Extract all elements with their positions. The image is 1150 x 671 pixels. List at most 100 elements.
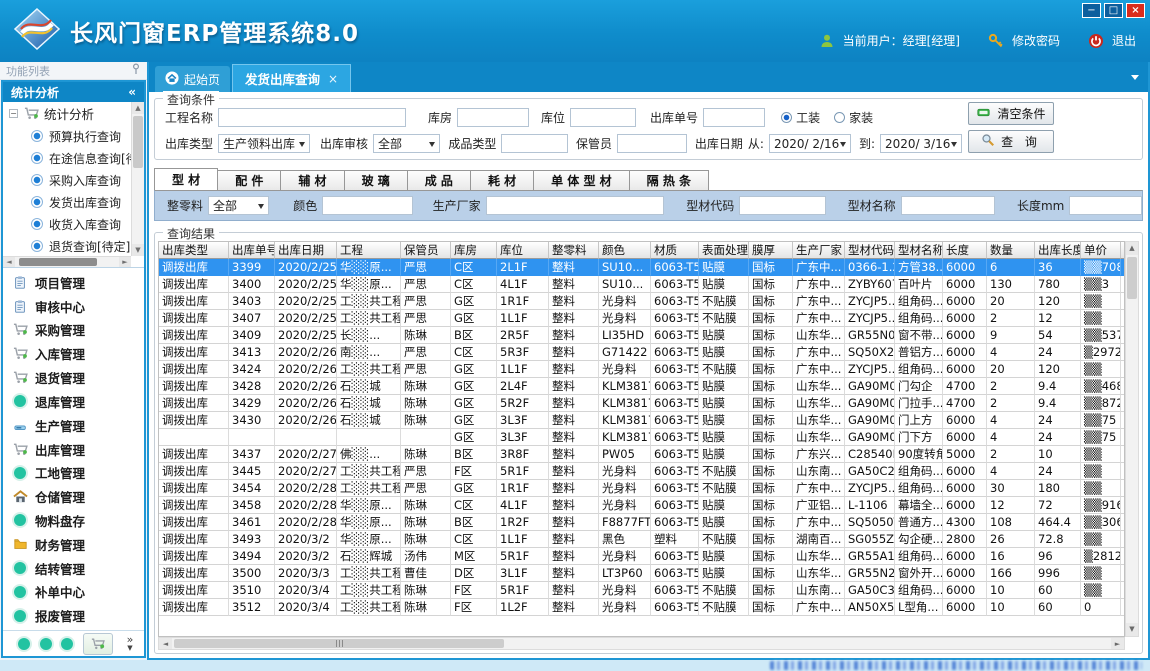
- table-row[interactable]: 调拨出库34132020/2/26南░░...严思C区5R3F整料G714226…: [159, 344, 1125, 361]
- module-item[interactable]: 出库管理: [3, 438, 144, 461]
- date-to-select[interactable]: 2020/ 3/16: [880, 134, 962, 153]
- tree-expander-icon[interactable]: −: [9, 109, 18, 118]
- column-header[interactable]: 表面处理: [699, 242, 749, 259]
- table-row[interactable]: 调拨出库34612020/2/28华░░原...陈琳B区1R2F整料F8877F…: [159, 514, 1125, 531]
- table-row[interactable]: 调拨出库34242020/2/26工░░共工程严思G区1L1F整料光身料6063…: [159, 361, 1125, 378]
- tree-horizontal-scrollbar[interactable]: ◄ ►: [3, 256, 131, 267]
- material-tab[interactable]: 配 件: [217, 170, 281, 190]
- logout-link[interactable]: 退出: [1112, 32, 1136, 49]
- scroll-left-icon[interactable]: ◄: [3, 257, 15, 267]
- module-item[interactable]: 补单中心: [3, 580, 144, 603]
- overflow-module-dot-icon[interactable]: [40, 638, 52, 650]
- tree-item[interactable]: 采购入库查询: [3, 169, 131, 191]
- tree-root-node[interactable]: − 统计分析: [3, 102, 131, 125]
- maximize-button[interactable]: □: [1104, 3, 1123, 18]
- column-header[interactable]: 出库日期: [275, 242, 337, 259]
- material-tab[interactable]: 辅 材: [280, 170, 344, 190]
- table-row[interactable]: 调拨出库34582020/2/28华░░原...陈琳C区4L1F整料光身料606…: [159, 497, 1125, 514]
- tab-home[interactable]: 起始页: [155, 66, 230, 92]
- table-row[interactable]: 调拨出库34072020/2/25工░░共工程严思G区1L1F整料光身料6063…: [159, 310, 1125, 327]
- table-row[interactable]: 调拨出库34092020/2/25长░░...陈琳B区2R5F整料LI35HD6…: [159, 327, 1125, 344]
- color-input[interactable]: [322, 196, 412, 215]
- table-row[interactable]: 调拨出库35002020/3/3工░░共工程曹佳D区3L1F整料LT3P6060…: [159, 565, 1125, 582]
- module-item[interactable]: 入库管理: [3, 342, 144, 365]
- tab-list-dropdown-icon[interactable]: [1131, 75, 1139, 80]
- module-item[interactable]: 物料盘存: [3, 509, 144, 532]
- audit-select[interactable]: 全部: [373, 134, 440, 153]
- collapse-chevron-icon[interactable]: «: [128, 85, 136, 99]
- column-header[interactable]: 单价: [1081, 242, 1121, 259]
- module-item[interactable]: 结转管理: [3, 557, 144, 580]
- overflow-module-dot-icon[interactable]: [61, 638, 73, 650]
- location-input[interactable]: [570, 108, 636, 127]
- tab-shipping-query[interactable]: 发货出库查询 ×: [232, 64, 351, 92]
- tree-item[interactable]: 发货出库查询: [3, 191, 131, 213]
- product-type-input[interactable]: [501, 134, 568, 153]
- tree-item[interactable]: 收货入库查询: [3, 213, 131, 235]
- module-item[interactable]: 项目管理: [3, 271, 144, 294]
- tree-item[interactable]: 在途信息查询[待定]: [3, 147, 131, 169]
- minimize-button[interactable]: −: [1082, 3, 1101, 18]
- column-header[interactable]: 库位: [497, 242, 549, 259]
- table-row[interactable]: 调拨出库34932020/3/2华░░原...陈琳C区1L1F整料黑色塑料不贴膜…: [159, 531, 1125, 548]
- column-header[interactable]: 库房: [451, 242, 497, 259]
- scroll-down-icon[interactable]: ▼: [132, 244, 144, 256]
- table-row[interactable]: 调拨出库33992020/2/25华░░原...严思C区2L1F整料SU10..…: [159, 259, 1125, 276]
- material-tab[interactable]: 成 品: [407, 170, 471, 190]
- column-header[interactable]: 整零料: [549, 242, 599, 259]
- grid-vertical-scrollbar[interactable]: ▲ ▼: [1125, 241, 1139, 637]
- order-no-input[interactable]: [703, 108, 765, 127]
- module-item[interactable]: 生产管理: [3, 414, 144, 437]
- column-header[interactable]: 工程: [337, 242, 401, 259]
- tab-close-icon[interactable]: ×: [328, 72, 338, 86]
- material-tab[interactable]: 耗 材: [470, 170, 534, 190]
- column-header[interactable]: 出库长度: [1035, 242, 1081, 259]
- close-button[interactable]: ×: [1126, 3, 1145, 18]
- tree-item[interactable]: 退货查询[待定]: [3, 235, 131, 256]
- warehouse-input[interactable]: [457, 108, 529, 127]
- material-tab[interactable]: 玻 璃: [344, 170, 408, 190]
- module-item[interactable]: 退货管理: [3, 366, 144, 389]
- module-item[interactable]: 财务管理: [3, 533, 144, 556]
- module-item[interactable]: 采购管理: [3, 318, 144, 341]
- column-header[interactable]: 生产厂家: [793, 242, 845, 259]
- column-header[interactable]: 数量: [987, 242, 1035, 259]
- module-item[interactable]: 退库管理: [3, 390, 144, 413]
- column-header[interactable]: 长度: [943, 242, 987, 259]
- project-name-input[interactable]: [218, 108, 406, 127]
- module-item[interactable]: 报废管理: [3, 604, 144, 627]
- scroll-down-icon[interactable]: ▼: [1126, 623, 1138, 636]
- date-from-select[interactable]: 2020/ 2/16: [769, 134, 851, 153]
- column-header[interactable]: 型材名称: [895, 242, 943, 259]
- table-row[interactable]: 调拨出库34032020/2/25工░░共工程严思G区1R1F整料光身料6063…: [159, 293, 1125, 310]
- column-header[interactable]: 型材代码: [845, 242, 895, 259]
- table-row[interactable]: 调拨出库34942020/3/2石░░辉城汤伟M区5R1F整料光身料6063-T…: [159, 548, 1125, 565]
- radio-gongzhuang[interactable]: 工装: [781, 109, 820, 126]
- tree-vertical-scrollbar[interactable]: ▲ ▼: [131, 102, 144, 256]
- more-modules-button[interactable]: » ▼: [122, 635, 138, 653]
- scroll-left-icon[interactable]: ◄: [159, 638, 172, 649]
- table-row[interactable]: 调拨出库34372020/2/27佛░░...陈琳B区3R8F整料PW05606…: [159, 446, 1125, 463]
- scroll-up-icon[interactable]: ▲: [132, 102, 144, 114]
- module-item[interactable]: 仓储管理: [3, 485, 144, 508]
- search-button[interactable]: 查 询: [968, 130, 1054, 153]
- scroll-right-icon[interactable]: ►: [119, 257, 131, 267]
- scroll-up-icon[interactable]: ▲: [1126, 242, 1138, 255]
- module-item[interactable]: 审核中心: [3, 295, 144, 318]
- tree-item[interactable]: 预算执行查询: [3, 125, 131, 147]
- material-tab[interactable]: 隔 热 条: [629, 170, 709, 190]
- pin-icon[interactable]: [131, 63, 141, 78]
- grid-horizontal-scrollbar[interactable]: ◄ ►: [158, 637, 1125, 650]
- column-header[interactable]: 出库单号: [229, 242, 275, 259]
- clear-conditions-button[interactable]: 清空条件: [968, 102, 1054, 125]
- material-tab[interactable]: 单 体 型 材: [533, 170, 630, 190]
- table-row[interactable]: G区3L3F整料KLM38176063-T5贴膜国标山东华...GA90M09.…: [159, 429, 1125, 446]
- table-row[interactable]: 调拨出库35122020/3/4工░░共工程陈琳F区1L2F整料光身料6063-…: [159, 599, 1125, 616]
- radio-jiazhuang[interactable]: 家装: [834, 109, 873, 126]
- column-header[interactable]: 材质: [651, 242, 699, 259]
- profile-code-input[interactable]: [739, 196, 825, 215]
- scroll-right-icon[interactable]: ►: [1111, 638, 1124, 649]
- profile-name-input[interactable]: [901, 196, 995, 215]
- column-header[interactable]: 保管员: [401, 242, 451, 259]
- material-tab[interactable]: 型 材: [154, 168, 218, 190]
